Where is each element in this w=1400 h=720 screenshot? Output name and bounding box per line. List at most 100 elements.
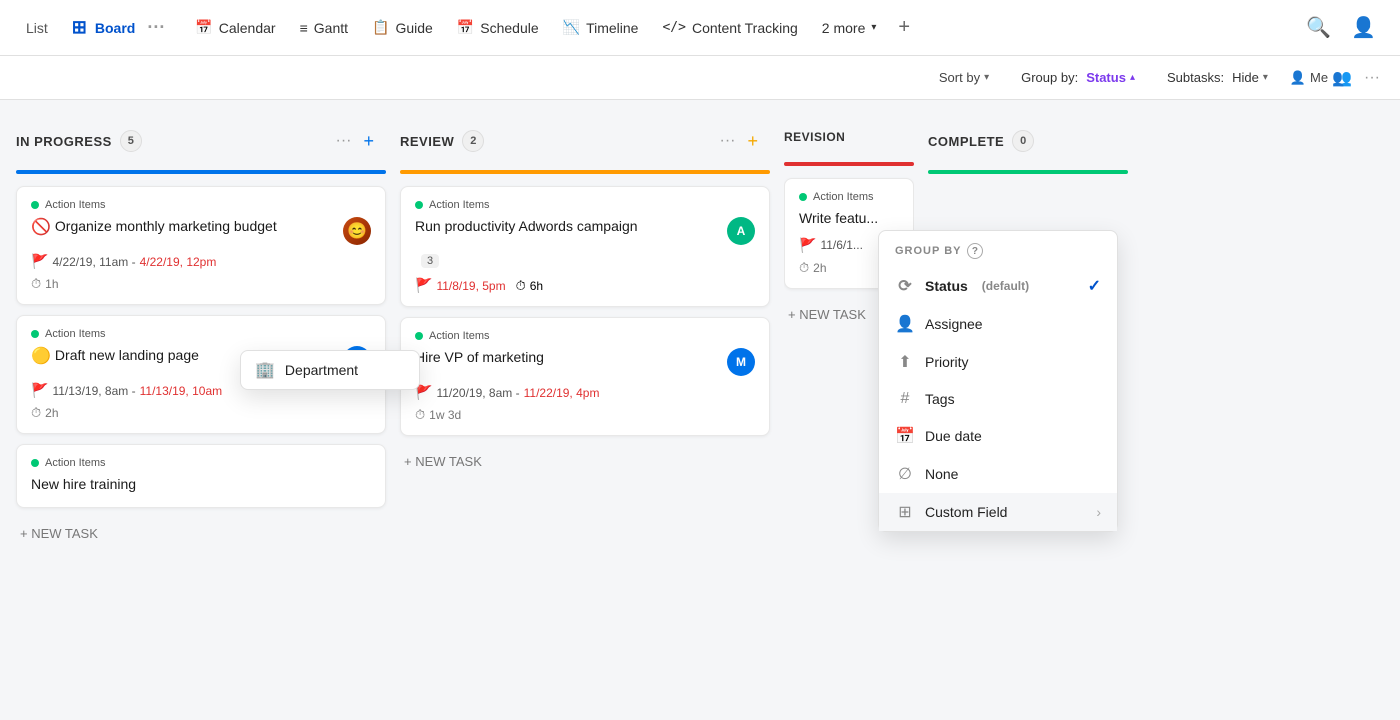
dropdown-item-left: 👤 Assignee [895,314,983,334]
dropdown-item-priority[interactable]: ⬆ Priority [879,343,1117,381]
user-icon[interactable]: 👤 [1343,11,1384,44]
dropdown-label-assignee: Assignee [925,316,983,332]
me-filter-button[interactable]: 👤 Me 👥 [1290,68,1352,88]
task-time: 2h [45,406,58,420]
group-by-button[interactable]: Group by: Status ▴ [1011,66,1145,89]
dropdown-item-tags[interactable]: # Tags [879,381,1117,417]
timeline-label: Timeline [586,20,638,36]
task-meta: ⏱ 2h [31,405,371,421]
task-dates: 🚩 11/8/19, 5pm ⏱ 6h [415,277,755,294]
task-card-adwords[interactable]: Action Items Run productivity Adwords ca… [400,186,770,307]
column-count-review: 2 [462,130,484,152]
gantt-label: Gantt [314,20,348,36]
column-add-review[interactable]: + [747,131,758,152]
task-title: Run productivity Adwords campaign [415,217,719,237]
add-view-button[interactable]: + [890,12,918,43]
new-task-button-review[interactable]: + NEW TASK [400,446,770,477]
help-icon[interactable]: ? [967,243,983,259]
task-avatar: A [727,217,755,245]
task-label: Action Items [31,457,371,469]
board-label: Board [95,20,135,36]
subtasks-label: Subtasks: [1167,70,1224,85]
content-tracking-nav-item[interactable]: </> Content Tracking [652,14,807,42]
guide-nav-item[interactable]: 📋 Guide [362,13,443,42]
list-nav-item[interactable]: List [16,14,58,42]
new-task-button-in-progress[interactable]: + NEW TASK [16,518,386,549]
task-label: Action Items [415,330,755,342]
dropdown-header: GROUP BY ? [879,231,1117,267]
column-review: REVIEW 2 ··· + Action Items Run producti… [400,120,770,700]
date-end: 11/22/19, 4pm [524,386,600,400]
task-card-hire-vp[interactable]: Action Items Hire VP of marketing M 🚩 11… [400,317,770,436]
column-add-in-progress[interactable]: + [363,131,374,152]
date-start: 11/20/19, 8am - [436,386,519,400]
column-header-in-progress: IN PROGRESS 5 ··· + [16,120,386,162]
content-tracking-label: Content Tracking [692,20,798,36]
task-time: 1w 3d [429,408,461,422]
timeline-nav-item[interactable]: 📉 Timeline [553,13,649,42]
column-menu-review[interactable]: ··· [720,132,736,150]
calendar-nav-item[interactable]: 📅 Calendar [185,13,285,42]
department-label: Department [285,362,358,378]
toolbar-more-icon[interactable]: ··· [1364,69,1380,87]
column-title-complete: COMPLETE [928,134,1004,149]
subtask-count-badge: 3 [421,254,439,268]
dropdown-item-none[interactable]: ∅ None [879,455,1117,493]
task-title: New hire training [31,475,371,495]
task-card-organize-budget[interactable]: Action Items 🚫 Organize monthly marketin… [16,186,386,305]
department-submenu-item[interactable]: 🏢 Department [241,351,419,389]
time-icon: ⏱ [799,260,809,276]
task-title-row: New hire training [31,475,371,495]
task-label-dot [799,193,807,201]
task-meta: ⏱ 1w 3d [415,407,755,423]
task-card-new-hire[interactable]: Action Items New hire training [16,444,386,508]
calendar-label: Calendar [219,20,276,36]
due-date-icon: 📅 [895,426,915,446]
date-start: 11/6/1... [820,238,862,252]
dropdown-item-assignee[interactable]: 👤 Assignee [879,305,1117,343]
dropdown-item-custom-field[interactable]: ⊞ Custom Field › [879,493,1117,531]
dropdown-item-due-date[interactable]: 📅 Due date [879,417,1117,455]
board-area: IN PROGRESS 5 ··· + Action Items 🚫 Organ… [0,100,1400,720]
tags-icon: # [895,390,915,408]
subtasks-button[interactable]: Subtasks: Hide ▾ [1157,66,1278,89]
more-chevron-icon: ▾ [871,22,876,33]
board-more-dots[interactable]: ··· [141,13,171,42]
schedule-label: Schedule [480,20,538,36]
task-meta: ⏱ 1h [31,276,371,292]
column-header-revision: REVISION [784,120,914,154]
gantt-icon: ≡ [300,20,308,36]
task-category: Action Items [813,191,874,203]
task-title-row: Write featu... [799,209,899,229]
schedule-nav-item[interactable]: 📅 Schedule [447,13,549,42]
sort-by-button[interactable]: Sort by ▾ [929,66,999,89]
column-bar-complete [928,170,1128,174]
default-label: (default) [982,279,1029,293]
time-icon: ⏱ [31,405,41,421]
flag-icon: 🚩 [799,237,816,254]
group-by-label: Group by: [1021,70,1078,85]
gantt-nav-item[interactable]: ≡ Gantt [290,14,358,42]
search-icon[interactable]: 🔍 [1298,11,1339,44]
board-nav-item[interactable]: ⊞ Board ··· [62,7,182,48]
date-start: 4/22/19, 11am - [52,255,135,269]
task-title: Organize monthly marketing budget [55,217,335,237]
task-category: Action Items [429,330,490,342]
calendar-icon: 📅 [195,19,212,36]
priority-icon: ⬆ [895,352,915,372]
task-label-dot [415,201,423,209]
task-title: Write featu... [799,209,899,229]
task-label-dot [31,330,39,338]
dropdown-item-status[interactable]: ⟳ Status (default) ✓ [879,267,1117,305]
guide-icon: 📋 [372,19,389,36]
timeline-icon: 📉 [563,19,580,36]
date-end: 11/8/19, 5pm [436,279,505,293]
people-icon: 👥 [1332,68,1352,88]
subtasks-chevron-icon: ▾ [1263,72,1268,83]
column-in-progress: IN PROGRESS 5 ··· + Action Items 🚫 Organ… [16,120,386,700]
column-menu-in-progress[interactable]: ··· [336,132,352,150]
column-bar-revision [784,162,914,166]
more-nav-item[interactable]: 2 more ▾ [812,14,887,42]
task-category: Action Items [45,457,106,469]
in-progress-icon: 🟡 [31,346,51,366]
